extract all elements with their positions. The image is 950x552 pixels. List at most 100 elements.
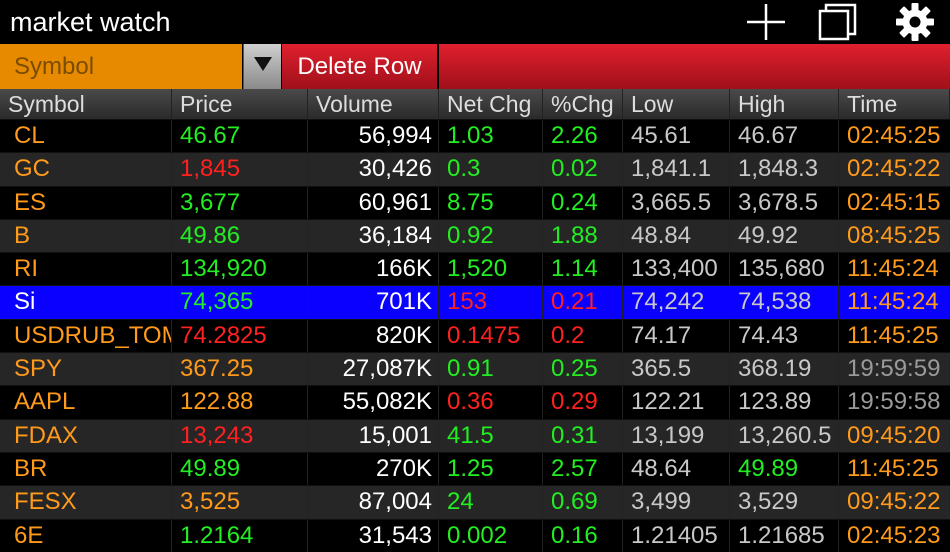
table-row[interactable]: AAPL 122.88 55,082K 0.36 0.29 122.21 123.89 19:… — [0, 385, 950, 419]
price-cell: 74,365 — [172, 286, 308, 319]
quote-table: Symbol Price Volume Net Chg %Chg Low Hig… — [0, 89, 950, 552]
net-chg-cell: 41.5 — [439, 419, 543, 452]
time-cell: 11:45:24 — [847, 288, 939, 316]
low-cell: 74,242 — [623, 286, 730, 319]
net-chg-cell: 1,520 — [439, 253, 543, 286]
price-cell: 13,243 — [172, 419, 308, 452]
symbol-cell: B — [0, 219, 172, 253]
table-row[interactable]: ES 3,677 60,961 8.75 0.24 3,665.5 3,678.5 02:45… — [0, 185, 950, 219]
price-cell: 1.2164 — [172, 519, 308, 552]
column-header-high[interactable]: High — [730, 89, 839, 119]
net-chg-cell: 0.1475 — [439, 319, 543, 353]
table-row[interactable]: Si 74,365 701K 153 0.21 74,242 74,538 11:45:24 — [0, 285, 950, 319]
pct-chg-cell: 0.02 — [543, 153, 623, 186]
table-row[interactable]: SPY 367.25 27,087K 0.91 0.25 365.5 368.19 19:59… — [0, 352, 950, 386]
high-cell: 135,680 — [730, 253, 839, 286]
high-cell: 74,538 — [730, 286, 839, 319]
time-cell: 08:45:25 — [847, 221, 941, 249]
symbol-cell: CL — [0, 120, 172, 153]
symbol-cell: 6E — [0, 519, 172, 552]
volume-cell: 55,082K — [308, 386, 439, 419]
volume-cell: 15,001 — [308, 419, 439, 452]
symbol-cell: ES — [0, 186, 172, 219]
time-cell: 11:45:25 — [847, 321, 939, 349]
table-header: Symbol Price Volume Net Chg %Chg Low Hig… — [0, 89, 950, 119]
low-cell: 122.21 — [623, 386, 730, 419]
high-cell: 368.19 — [730, 353, 839, 386]
low-cell: 48.64 — [623, 452, 730, 486]
pct-chg-cell: 0.24 — [543, 186, 623, 219]
table-row[interactable]: BR 49.89 270K 1.25 2.57 48.64 49.89 11:45:25 — [0, 451, 950, 486]
price-cell: 46.67 — [172, 120, 308, 153]
column-header-low[interactable]: Low — [623, 89, 730, 119]
column-header-price[interactable]: Price — [172, 89, 308, 119]
pct-chg-cell: 2.57 — [543, 452, 623, 486]
column-header-volume[interactable]: Volume — [308, 89, 439, 119]
volume-cell: 87,004 — [308, 486, 439, 519]
table-row[interactable]: B 49.86 36,184 0.92 1.88 48.84 49.92 08:45:25 — [0, 218, 950, 253]
column-header-symbol[interactable]: Symbol — [0, 89, 172, 119]
price-cell: 3,677 — [172, 186, 308, 219]
price-cell: 134,920 — [172, 253, 308, 286]
delete-row-button[interactable]: Delete Row — [282, 44, 437, 89]
copy-icon[interactable] — [816, 2, 860, 42]
pct-chg-cell: 0.29 — [543, 386, 623, 419]
high-cell: 3,678.5 — [730, 186, 839, 219]
table-row[interactable]: CL 46.67 56,994 1.03 2.26 45.61 46.67 02:45:25 — [0, 119, 950, 153]
time-cell: 11:45:25 — [847, 454, 939, 482]
net-chg-cell: 0.91 — [439, 353, 543, 386]
volume-cell: 820K — [308, 319, 439, 353]
volume-cell: 166K — [308, 253, 439, 286]
pct-chg-cell: 0.25 — [543, 353, 623, 386]
dropdown-arrow-icon — [253, 56, 273, 77]
time-cell: 02:45:15 — [847, 188, 941, 216]
symbol-cell: AAPL — [0, 386, 172, 419]
symbol-input[interactable] — [0, 44, 242, 89]
time-cell: 02:45:25 — [847, 122, 941, 149]
symbol-dropdown-button[interactable] — [243, 44, 281, 89]
time-cell: 02:45:22 — [847, 155, 941, 183]
net-chg-cell: 1.25 — [439, 452, 543, 486]
column-header-net-chg[interactable]: Net Chg — [439, 89, 543, 119]
symbol-cell: BR — [0, 452, 172, 486]
table-row[interactable]: FDAX 13,243 15,001 41.5 0.31 13,199 13,260.5 09… — [0, 418, 950, 452]
low-cell: 3,499 — [623, 486, 730, 519]
gear-icon[interactable] — [893, 2, 937, 42]
price-cell: 122.88 — [172, 386, 308, 419]
symbol-cell: GC — [0, 153, 172, 186]
table-row[interactable]: 6E 1.2164 31,543 0.002 0.16 1.21405 1.21685 02:… — [0, 518, 950, 552]
pct-chg-cell: 0.21 — [543, 286, 623, 319]
price-cell: 367.25 — [172, 353, 308, 386]
price-cell: 1,845 — [172, 153, 308, 186]
high-cell: 13,260.5 — [730, 419, 839, 452]
volume-cell: 27,087K — [308, 353, 439, 386]
table-row[interactable]: GC 1,845 30,426 0.3 0.02 1,841.1 1,848.3 02:45:… — [0, 152, 950, 186]
pct-chg-cell: 0.31 — [543, 419, 623, 452]
pct-chg-cell: 1.88 — [543, 219, 623, 253]
column-header-time[interactable]: Time — [839, 89, 950, 119]
app-title: market watch — [10, 7, 171, 37]
low-cell: 1,841.1 — [623, 153, 730, 186]
high-cell: 1.21685 — [730, 519, 839, 552]
table-row[interactable]: RI 134,920 166K 1,520 1.14 133,400 135,680 11:4… — [0, 252, 950, 286]
low-cell: 45.61 — [623, 120, 730, 153]
symbol-cell: FESX — [0, 486, 172, 519]
high-cell: 1,848.3 — [730, 153, 839, 186]
pct-chg-cell: 2.26 — [543, 120, 623, 153]
table-row[interactable]: FESX 3,525 87,004 24 0.69 3,499 3,529 09:45:22 — [0, 485, 950, 519]
time-cell: 19:59:58 — [847, 388, 941, 416]
table-row[interactable]: USDRUB_TOM 74.2825 820K 0.1475 0.2 74.17 74.43… — [0, 318, 950, 353]
net-chg-cell: 0.002 — [439, 519, 543, 552]
volume-cell: 30,426 — [308, 153, 439, 186]
plus-icon[interactable] — [744, 2, 788, 42]
high-cell: 123.89 — [730, 386, 839, 419]
column-header-pct-chg[interactable]: %Chg — [543, 89, 623, 119]
symbol-cell: Si — [0, 286, 172, 319]
net-chg-cell: 0.92 — [439, 219, 543, 253]
high-cell: 74.43 — [730, 319, 839, 353]
low-cell: 3,665.5 — [623, 186, 730, 219]
volume-cell: 36,184 — [308, 219, 439, 253]
volume-cell: 56,994 — [308, 120, 439, 153]
price-cell: 49.86 — [172, 219, 308, 253]
high-cell: 49.89 — [730, 452, 839, 486]
